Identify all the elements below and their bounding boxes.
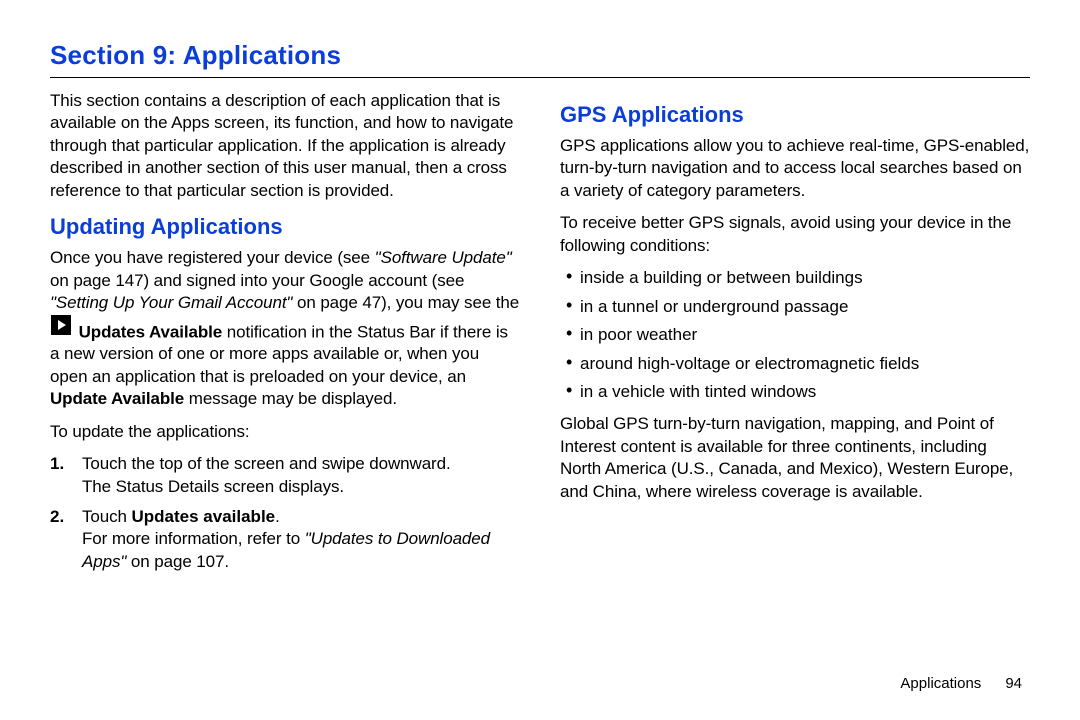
right-column: GPS Applications GPS applications allow … [560,90,1030,581]
text: on page 107. [126,552,229,571]
intro-paragraph: This section contains a description of e… [50,90,520,202]
updating-apps-heading: Updating Applications [50,212,520,241]
step-number: 2. [50,506,64,528]
bullet-item: in a tunnel or underground passage [566,296,1030,318]
bullet-item: around high-voltage or electromagnetic f… [566,353,1030,375]
step-2: 2. Touch Updates available. For more inf… [72,506,520,573]
step-subtext: The Status Details screen displays. [82,477,344,496]
text: . [275,507,280,526]
bullet-item: in poor weather [566,324,1030,346]
step-text: Touch [82,507,132,526]
text: message may be displayed. [184,389,397,408]
page-footer: Applications 94 [900,675,1022,692]
text: on page 47), you may see the [292,293,519,312]
step-number: 1. [50,453,64,475]
text: Once you have registered your device (se… [50,248,375,267]
updates-available-link: Updates available [132,507,276,526]
to-update-lead: To update the applications: [50,421,520,443]
update-available-label: Update Available [50,389,184,408]
step-subtext: For more information, refer to [82,529,305,548]
updates-available-icon [51,315,71,341]
title-rule [50,77,1030,78]
gps-intro: GPS applications allow you to achieve re… [560,135,1030,202]
gps-apps-heading: GPS Applications [560,100,1030,129]
step-text: Touch the top of the screen and swipe do… [82,454,451,473]
bullet-item: in a vehicle with tinted windows [566,381,1030,403]
section-title: Section 9: Applications [50,40,1030,71]
xref-gmail-account: "Setting Up Your Gmail Account" [50,293,292,312]
page-number: 94 [1005,675,1022,692]
text: on page 147) and signed into your Google… [50,271,464,290]
xref-software-update: "Software Update" [375,248,512,267]
gps-conditions-lead: To receive better GPS signals, avoid usi… [560,212,1030,257]
step-1: 1. Touch the top of the screen and swipe… [72,453,520,498]
updates-available-label: Updates Available [79,322,222,341]
footer-section: Applications [900,675,981,692]
left-column: This section contains a description of e… [50,90,520,581]
gps-coverage: Global GPS turn-by-turn navigation, mapp… [560,413,1030,503]
updating-paragraph: Once you have registered your device (se… [50,247,520,411]
bullet-item: inside a building or between buildings [566,267,1030,289]
